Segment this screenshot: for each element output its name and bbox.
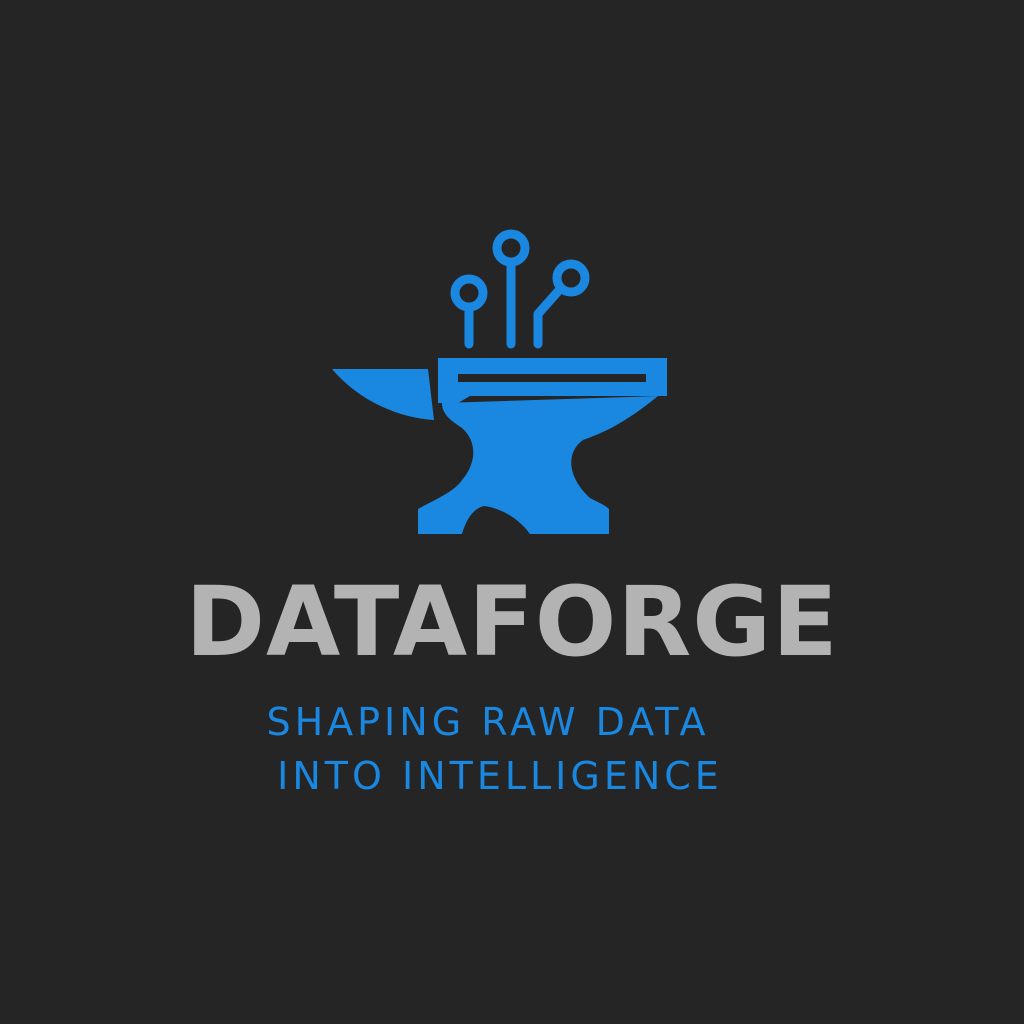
anvil-icon [332,229,667,534]
circuit-nodes-icon [450,229,590,349]
brand-name: DATAFORGE [185,566,839,678]
logo-canvas: DATAFORGE SHAPING RAW DATA INTO INTELLIG… [0,0,1024,1024]
tagline-line-2: INTO INTELLIGENCE [277,754,723,798]
anvil-body-icon [332,358,667,534]
tagline-line-1: SHAPING RAW DATA [266,700,710,744]
anvil-slot-icon [458,374,646,382]
